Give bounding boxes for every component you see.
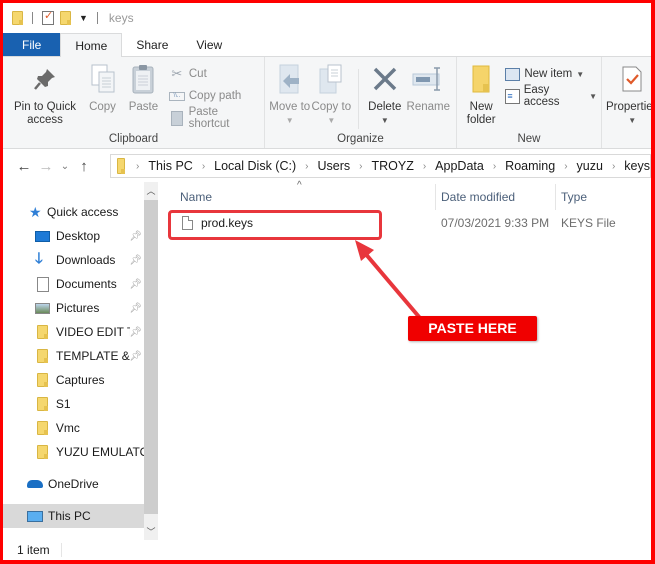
arrow-shaft [362,250,422,320]
annotation-arrow [355,240,422,320]
highlight-box [168,210,382,240]
paste-here-label: PASTE HERE [408,316,537,341]
